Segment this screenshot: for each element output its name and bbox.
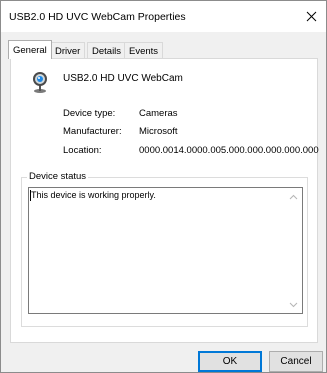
device-status-label: Device status [27, 171, 89, 182]
device-type-value: Cameras [139, 108, 178, 119]
device-status-textbox[interactable]: This device is working properly. [28, 187, 303, 314]
title-bar: USB2.0 HD UVC WebCam Properties [1, 1, 326, 32]
tab-details-label: Details [92, 46, 122, 57]
tab-driver-label: Driver [55, 46, 81, 57]
device-status-group: Device status This device is working pro… [21, 171, 308, 327]
close-button[interactable] [296, 1, 326, 32]
general-tab-panel: USB2.0 HD UVC WebCam Device type: Camera… [10, 58, 319, 343]
device-status-text: This device is working properly. [30, 190, 156, 201]
tab-events-label: Events [129, 46, 159, 57]
location-value: 0000.0014.0000.005.000.000.000.000.000 [139, 145, 319, 156]
scroll-down-button[interactable] [289, 301, 298, 308]
close-icon [306, 11, 316, 22]
tab-general-label: General [13, 45, 47, 56]
device-name: USB2.0 HD UVC WebCam [63, 73, 183, 84]
cancel-button-label: Cancel [280, 356, 312, 367]
tab-driver[interactable]: Driver [50, 42, 86, 59]
device-type-label: Device type: [63, 108, 116, 119]
ok-button-label: OK [222, 356, 238, 367]
manufacturer-label: Manufacturer: [63, 126, 122, 137]
chevron-down-icon [289, 302, 298, 307]
scroll-up-button[interactable] [289, 193, 298, 200]
tab-general[interactable]: General [8, 40, 52, 59]
chevron-up-icon [289, 194, 298, 199]
cancel-button[interactable]: Cancel [269, 351, 323, 372]
manufacturer-value: Microsoft [139, 126, 178, 137]
webcam-icon [33, 72, 47, 93]
ok-button[interactable]: OK [198, 351, 262, 372]
window-title: USB2.0 HD UVC WebCam Properties [9, 11, 186, 23]
tab-details[interactable]: Details [87, 42, 127, 59]
location-label: Location: [63, 145, 102, 156]
tab-events[interactable]: Events [124, 42, 164, 59]
properties-dialog: USB2.0 HD UVC WebCam Properties General … [0, 0, 327, 373]
